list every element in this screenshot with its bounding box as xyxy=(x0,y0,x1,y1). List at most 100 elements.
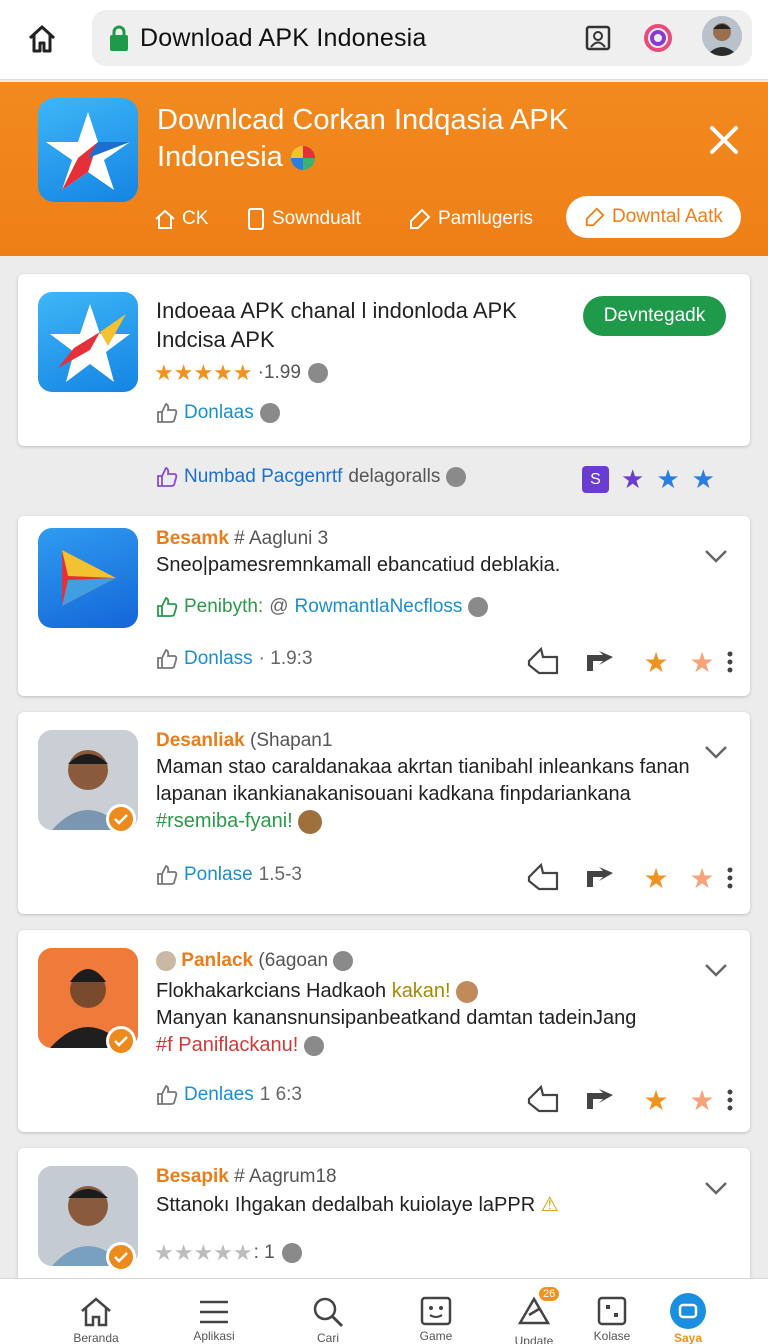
info-icon xyxy=(303,1035,324,1056)
post-app-icon xyxy=(38,528,138,628)
like-icon[interactable] xyxy=(516,860,572,896)
download-button[interactable]: Devntegadk xyxy=(583,296,726,336)
info-icon xyxy=(281,1243,302,1263)
more-options-icon[interactable] xyxy=(720,1082,740,1118)
post-link[interactable]: RowmantlaNecfloss xyxy=(295,596,463,618)
star-icon[interactable]: ★ xyxy=(628,644,684,680)
post-card: Panlack (6agoan Flokhakarkcians Hadkaoh … xyxy=(18,930,750,1132)
star-icon: ★ xyxy=(656,464,680,494)
post-actions: ★ ★ xyxy=(516,860,740,896)
post-card: Desanliak (Shapan1 Maman stao caraldanak… xyxy=(18,712,750,914)
post-likes[interactable]: Ponlase 1.5-3 xyxy=(156,864,302,886)
share-icon[interactable] xyxy=(572,644,628,680)
app-logo xyxy=(38,98,138,202)
chevron-down-icon[interactable] xyxy=(702,1178,730,1198)
browser-toolbar: Download APK Indonesia xyxy=(0,0,768,80)
star-icon: ★★★★★ xyxy=(154,360,253,385)
home-icon xyxy=(81,1297,111,1327)
post-actions: ★ ★ xyxy=(516,1082,740,1118)
star-icon: ★ xyxy=(621,464,645,494)
hashtag[interactable]: #rsemiba-fyani! xyxy=(156,810,293,832)
post-header: Panlack (6agoan xyxy=(156,950,354,972)
author-name[interactable]: Panlack xyxy=(181,950,253,971)
tab-ck[interactable]: CK xyxy=(154,198,208,240)
post-rating: ★★★★★ : 1 xyxy=(154,1240,302,1266)
hashtag[interactable]: #f Paniflackanu! xyxy=(156,1034,298,1056)
home-outline-icon xyxy=(155,209,175,229)
home-icon[interactable] xyxy=(22,20,62,58)
nav-item-game[interactable]: Game xyxy=(388,1279,484,1344)
verified-badge-icon xyxy=(106,804,136,834)
update-badge: 26 xyxy=(539,1287,560,1301)
like-icon[interactable] xyxy=(516,1082,572,1118)
reader-mode-icon[interactable] xyxy=(580,20,616,56)
nav-item-home[interactable]: Beranda xyxy=(48,1279,144,1344)
thumbs-up-icon xyxy=(157,466,178,487)
profile-avatar[interactable] xyxy=(702,16,742,56)
face-box-icon xyxy=(420,1296,452,1326)
author-name[interactable]: Besapik xyxy=(156,1166,229,1187)
tab-sowndualt[interactable]: Sowndualt xyxy=(246,198,361,240)
post-card: Besamk # Aagluni 3 Sneo|pamesremnkamall … xyxy=(18,516,750,696)
post-header: Desanliak (Shapan1 xyxy=(156,730,333,751)
at-icon: @ xyxy=(269,596,289,617)
app-badge-icon: S xyxy=(582,466,609,493)
star-icon[interactable]: ★ xyxy=(628,860,684,896)
thumbs-up-icon xyxy=(157,596,178,617)
url-title: Download APK Indonesia xyxy=(140,24,427,52)
close-icon[interactable] xyxy=(702,118,746,162)
thumbs-up-icon xyxy=(157,864,178,885)
extension-icon[interactable] xyxy=(640,20,676,56)
post-card: Besapik # Aagrum18 Sttanokı Ihgakan deda… xyxy=(18,1148,750,1288)
tab-pamlugeris[interactable]: Pamlugeris xyxy=(408,198,533,240)
nav-item-apps[interactable]: Aplikasi xyxy=(166,1279,262,1344)
star-icon: ★ xyxy=(691,464,715,494)
verified-badge-icon xyxy=(106,1242,136,1272)
more-options-icon[interactable] xyxy=(720,860,740,896)
more-options-icon[interactable] xyxy=(720,644,740,680)
chevron-down-icon[interactable] xyxy=(702,742,730,762)
post-likes[interactable]: Donlass · 1.9:3 xyxy=(156,648,313,670)
chevron-down-icon[interactable] xyxy=(702,546,730,566)
star-half-icon[interactable]: ★ xyxy=(684,1082,720,1118)
star-icon: ★★★★★ xyxy=(154,1240,253,1265)
share-icon[interactable] xyxy=(572,860,628,896)
thumbs-up-icon xyxy=(157,1084,178,1105)
likes-row[interactable]: Donlaas xyxy=(156,402,280,424)
banner-tabs: CK Sowndualt Pamlugeris Downtal Aatk xyxy=(150,196,750,244)
chevron-down-icon[interactable] xyxy=(702,960,730,980)
app-title: Indoeaa APK chanal l indonloda APK Indci… xyxy=(156,298,517,352)
info-icon xyxy=(307,363,328,383)
tag-icon xyxy=(410,208,431,229)
app-rating: ★★★★★ ·1.99 xyxy=(154,360,328,386)
flag-emoji-icon xyxy=(290,146,315,171)
lock-icon xyxy=(110,25,128,51)
author-name[interactable]: Besamk xyxy=(156,528,229,549)
bottom-navigation: Beranda Aplikasi Cari Game 26 Update Kol… xyxy=(0,1278,768,1344)
small-avatar-icon xyxy=(156,950,176,971)
post-likes[interactable]: Denlaes 1 6:3 xyxy=(156,1084,302,1106)
star-half-icon[interactable]: ★ xyxy=(684,644,720,680)
star-half-icon[interactable]: ★ xyxy=(684,860,720,896)
like-icon[interactable] xyxy=(516,644,572,680)
share-icon[interactable] xyxy=(572,1082,628,1118)
post-header: Besamk # Aagluni 3 xyxy=(156,528,329,549)
author-name[interactable]: Desanliak xyxy=(156,730,245,751)
banner-title: Downlcad Corkan Indqasia APK Indonesia xyxy=(157,104,569,173)
post-body: Sttanokı Ihgakan dedalbah kuiolaye laPPR… xyxy=(156,1194,559,1216)
post-actions: ★ ★ xyxy=(516,644,740,680)
post-body: Sneo|pamesremnkamall ebancatiud deblakia… xyxy=(156,554,561,576)
info-icon xyxy=(468,597,489,617)
profile-icon xyxy=(670,1293,706,1329)
star-icon[interactable]: ★ xyxy=(628,1082,684,1118)
nav-item-search[interactable]: Cari xyxy=(280,1279,376,1344)
tab-downtal-aatk[interactable]: Downtal Aatk xyxy=(566,196,741,238)
info-icon xyxy=(446,467,467,487)
address-bar[interactable]: Download APK Indonesia xyxy=(92,10,752,66)
emoji-icon xyxy=(456,980,479,1003)
emoji-icon xyxy=(298,809,323,834)
nav-item-profile[interactable]: Saya xyxy=(640,1279,736,1344)
promo-banner: Downlcad Corkan Indqasia APK Indonesia C… xyxy=(0,82,768,256)
post-body: Flokhakarkcians Hadkaoh kakan! Manyan ka… xyxy=(156,980,637,1056)
post-header: Besapik # Aagrum18 xyxy=(156,1166,337,1187)
